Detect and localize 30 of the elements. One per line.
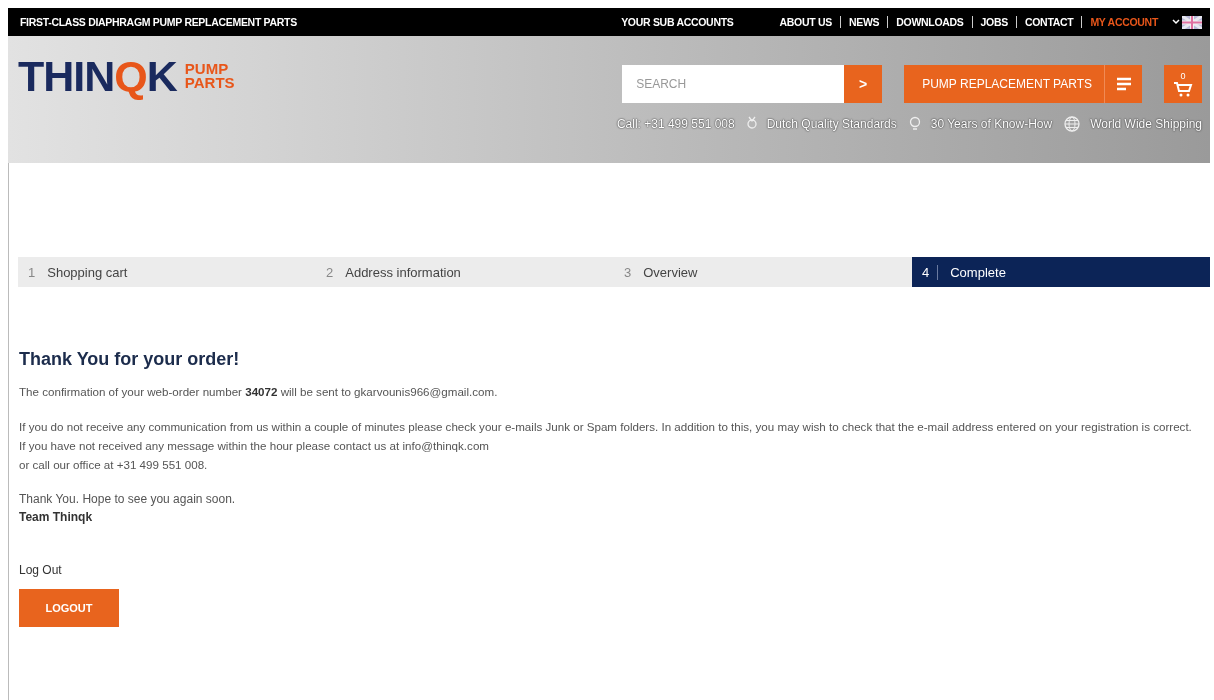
nav-link[interactable]: NEWS (840, 16, 889, 28)
usp-text: Dutch Quality Standards (766, 117, 897, 131)
globe-icon (1064, 116, 1081, 132)
paragraph: If you do not receive any communication from us within a couple of minutes please check your e-mails Junk or Spam folders. In addition to this, you may wish to check that the e-mail address entered on your registration is correct. If you have not received any message within the hour please contact us at info@thinqk.com or call our office at +31 499 551 008. (19, 419, 1193, 473)
checkout-step: 2 Address information (316, 257, 614, 287)
caret-icon[interactable] (1172, 19, 1180, 25)
checkout-step: 4 Complete (912, 257, 1210, 287)
nav-link[interactable]: ABOUT US (771, 16, 841, 28)
logout-label: Log Out (19, 563, 63, 577)
cart-icon (1173, 80, 1193, 97)
usp-text: Call: +31 499 551 008 (616, 117, 735, 131)
paragraph: The confirmation of your web-order number 34072 will be sent to gkarvounis966@gmail.com. (19, 384, 499, 400)
flag-icon[interactable] (1182, 15, 1202, 29)
nav-link[interactable]: JOBS (972, 16, 1017, 28)
checkout-step: 1 Shopping cart (18, 257, 316, 287)
nav-link[interactable]: CONTACT (1016, 16, 1083, 28)
usp-text: World Wide Shipping (1090, 117, 1202, 131)
tagline: FIRST-CLASS DIAPHRAGM PUMP REPLACEMENT PARTS (20, 16, 297, 28)
usp-text: 30 Years of Know-How (930, 117, 1053, 131)
menu-icon[interactable] (1104, 65, 1142, 103)
page-heading: Thank You for your order! (19, 349, 241, 370)
signature: Team Thinqk (19, 509, 94, 525)
lightbulb-icon (908, 116, 921, 132)
medal-icon (746, 116, 757, 132)
nav-link[interactable]: MY ACCOUNT (1082, 16, 1166, 28)
search-field[interactable]: SEARCH (622, 65, 845, 103)
checkout-step: 3 Overview (614, 257, 912, 287)
nav-link[interactable]: DOWNLOADS (888, 16, 973, 28)
closing-text: Thank You. Hope to see you again soon. (19, 491, 237, 508)
nav-link[interactable]: YOUR SUB ACCOUNTS (613, 16, 742, 28)
